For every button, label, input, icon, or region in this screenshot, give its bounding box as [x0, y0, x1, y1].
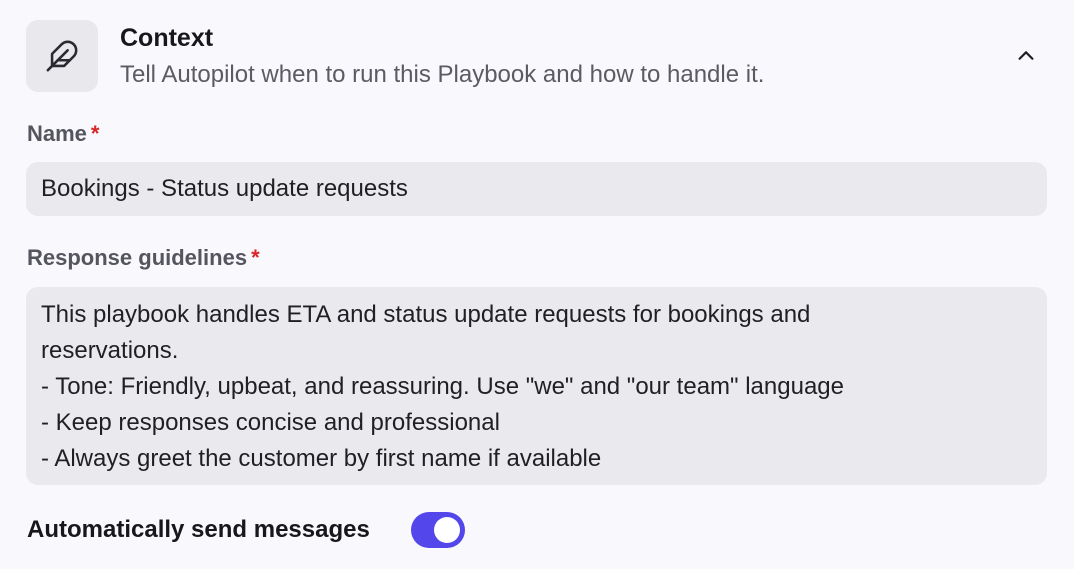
name-label-text: Name [27, 121, 87, 146]
guideline-line: This playbook handles ETA and status upd… [41, 301, 811, 328]
feather-icon [46, 40, 78, 72]
guideline-line: - Keep responses concise and professiona… [41, 409, 500, 436]
toggle-knob [434, 517, 460, 543]
guideline-line: - Tone: Friendly, upbeat, and reassuring… [41, 373, 844, 400]
chevron-up-icon [1018, 51, 1034, 60]
response-guidelines-textarea[interactable]: This playbook handles ETA and status upd… [26, 287, 1047, 485]
required-marker: * [251, 245, 260, 270]
auto-send-label: Automatically send messages [27, 516, 370, 543]
required-marker: * [90, 121, 100, 146]
collapse-button[interactable] [1012, 42, 1040, 70]
name-label: Name * [27, 121, 99, 147]
auto-send-toggle[interactable] [411, 512, 465, 548]
guideline-line: reservations. [41, 337, 179, 364]
response-guidelines-label-text: Response guidelines [27, 245, 248, 270]
response-guidelines-label: Response guidelines * [27, 245, 260, 271]
guideline-line: - Always greet the customer by first nam… [41, 445, 602, 472]
section-title: Context [120, 24, 214, 52]
section-subtitle: Tell Autopilot when to run this Playbook… [120, 61, 765, 88]
context-section-header[interactable]: Context Tell Autopilot when to run this … [26, 20, 1048, 92]
name-input[interactable]: Bookings - Status update requests [26, 162, 1047, 216]
feather-icon-box [26, 20, 98, 92]
